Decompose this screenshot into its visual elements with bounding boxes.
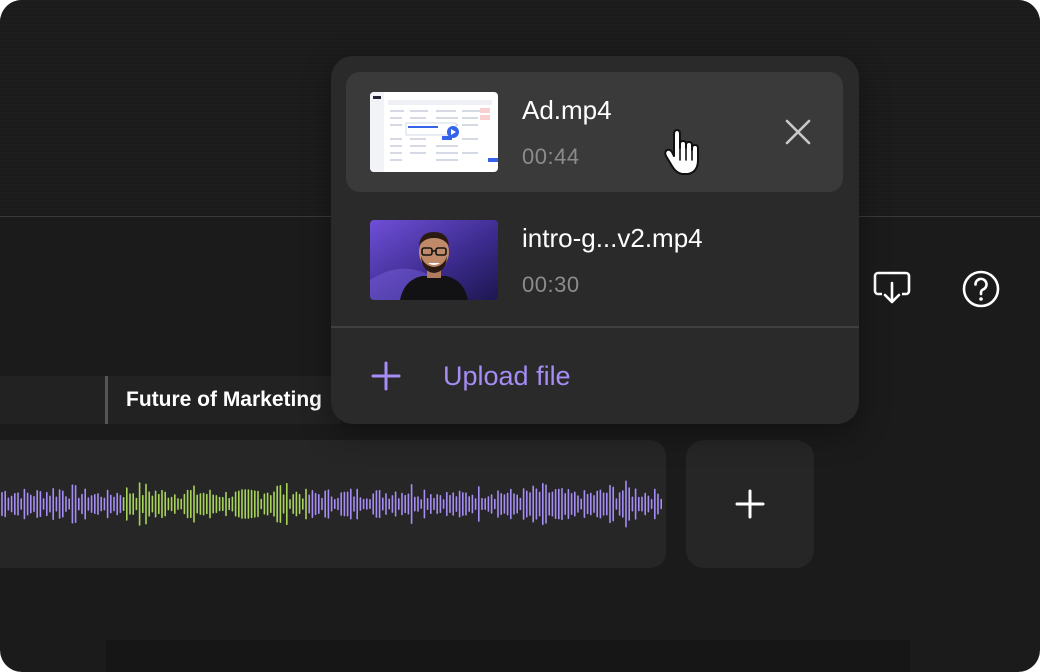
- export-download-icon[interactable]: [870, 266, 914, 310]
- media-file-name: Ad.mp4: [522, 95, 612, 125]
- media-item-ad[interactable]: Ad.mp4 00:44: [346, 72, 843, 192]
- remove-media-button[interactable]: [778, 112, 818, 152]
- menu-divider: [331, 326, 859, 328]
- hand-cursor-icon: [664, 129, 699, 175]
- plus-icon: [371, 361, 401, 391]
- media-duration: 00:30: [522, 272, 580, 297]
- media-file-name: intro-g...v2.mp4: [522, 223, 703, 253]
- media-item-intro[interactable]: intro-g...v2.mp4 00:30: [346, 200, 843, 320]
- help-icon[interactable]: [959, 267, 1003, 311]
- media-duration: 00:44: [522, 144, 580, 169]
- audio-waveform: [1, 480, 663, 528]
- video-thumbnail: [370, 92, 498, 172]
- bottom-track: [106, 640, 910, 672]
- upload-file-label: Upload file: [443, 361, 571, 391]
- plus-icon: [735, 489, 765, 519]
- audio-clip[interactable]: [0, 440, 666, 568]
- add-clip-button[interactable]: [686, 440, 814, 568]
- media-dropdown: Ad.mp4 00:44 intro-g...v2.mp4 00:30 Uplo…: [331, 56, 859, 424]
- close-icon: [785, 119, 811, 145]
- upload-file-button[interactable]: Upload file: [369, 352, 571, 400]
- track-title[interactable]: Future of Marketing: [126, 386, 322, 414]
- track-marker: [105, 376, 108, 424]
- video-thumbnail: [370, 220, 498, 300]
